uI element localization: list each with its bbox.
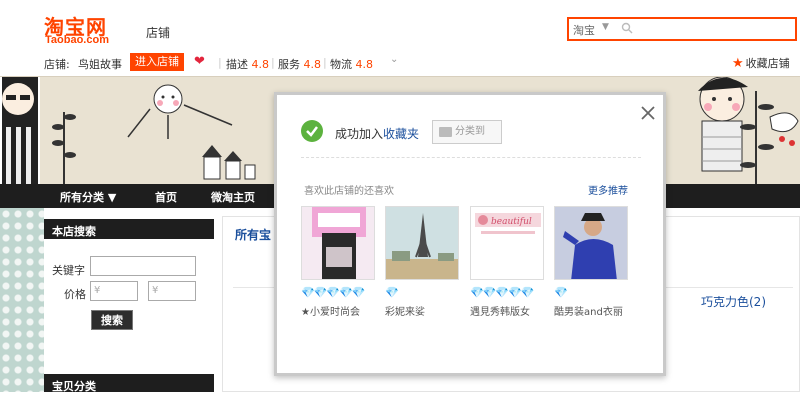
chevron-down-icon[interactable]: ▼ xyxy=(602,22,609,32)
nav-weitao[interactable]: 微淘主页 xyxy=(211,189,255,205)
shop-name[interactable]: 彩妮来娑 xyxy=(385,303,459,318)
store-label: 店铺 xyxy=(146,26,171,40)
item-category-title: 宝贝分类 xyxy=(44,374,214,393)
divider xyxy=(301,157,641,158)
logistics-score: 物流 4.8 xyxy=(330,58,373,71)
nav-home[interactable]: 首页 xyxy=(155,189,177,205)
recommendation-item[interactable]: 💎 酷男装and衣丽 xyxy=(554,206,628,318)
all-items-title[interactable]: 所有宝 xyxy=(235,226,271,243)
desc-score: 描述 4.8 xyxy=(226,58,269,71)
chevron-down-icon[interactable]: ⌄ xyxy=(390,54,398,65)
close-icon[interactable] xyxy=(638,103,658,123)
folder-icon xyxy=(439,127,452,137)
divider: | xyxy=(271,56,275,69)
store-search-title: 本店搜索 xyxy=(44,219,214,239)
shop-rating-badges: 💎 xyxy=(554,286,568,299)
recommendation-item[interactable]: 💎💎💎💎💎 ★小爱时尚会 xyxy=(301,206,375,318)
success-message: 成功加入收藏夹 xyxy=(335,127,420,141)
shop-name[interactable]: 遇見秀韩版女 xyxy=(470,303,544,318)
price-label: 价格 xyxy=(64,288,86,301)
favorite-success-dialog: 成功加入收藏夹 分类到 喜欢此店铺的还喜欢 更多推荐 💎💎💎💎💎 ★小爱时尚会 xyxy=(274,92,666,376)
store-name[interactable]: 鸟姐故事 xyxy=(78,56,122,72)
favorites-link[interactable]: 收藏夹 xyxy=(383,127,419,141)
keyword-label: 关键字 xyxy=(52,264,85,277)
store-name-label: 店铺: xyxy=(44,58,70,71)
shop-name[interactable]: 酷男装and衣丽 xyxy=(554,303,628,318)
product-image[interactable] xyxy=(301,206,375,280)
recommendation-item[interactable]: beautiful 💎💎💎💎💎 遇見秀韩版女 xyxy=(470,206,544,318)
check-icon xyxy=(301,120,323,142)
service-score: 服务 4.8 xyxy=(278,58,321,71)
shop-rating-badges: 💎 xyxy=(385,286,399,299)
price-min-input[interactable]: ¥ xyxy=(90,281,138,301)
store-search-button[interactable]: 搜索 xyxy=(91,310,133,330)
product-image[interactable]: beautiful xyxy=(470,206,544,280)
price-max-input[interactable]: ¥ xyxy=(148,281,196,301)
shop-name[interactable]: ★小爱时尚会 xyxy=(301,303,375,318)
divider: | xyxy=(218,56,222,69)
svg-text:beautiful: beautiful xyxy=(491,217,532,227)
search-icon[interactable] xyxy=(621,22,633,34)
filter-chocolate-color[interactable]: 巧克力色(2) xyxy=(701,293,766,310)
more-recommend-link[interactable]: 更多推荐 xyxy=(588,182,628,197)
recommendation-item[interactable]: 💎 彩妮来娑 xyxy=(385,206,459,318)
star-icon: ★ xyxy=(732,56,744,71)
product-image[interactable] xyxy=(385,206,459,280)
left-sidebar: 本店搜索 关键字 价格 ¥ ¥ 搜索 宝贝分类 xyxy=(44,208,214,393)
product-image[interactable] xyxy=(554,206,628,280)
also-like-label: 喜欢此店铺的还喜欢 xyxy=(304,186,394,197)
nav-all-categories[interactable]: 所有分类 ▼ xyxy=(60,189,116,205)
top-header: 淘宝网 Taobao.com 店铺 淘宝 ▼ 店铺: 鸟姐故事 进入店铺 ❤ |… xyxy=(0,0,800,76)
shop-rating-badges: 💎💎💎💎💎 xyxy=(301,286,365,299)
shop-rating-badges: 💎💎💎💎💎 xyxy=(470,286,534,299)
heart-icon[interactable]: ❤ xyxy=(194,54,205,69)
categorize-button[interactable]: 分类到 xyxy=(432,120,502,144)
search-scope-select[interactable]: 淘宝 xyxy=(573,22,595,38)
favorite-store-button[interactable]: ★ 收藏店铺 xyxy=(732,55,790,71)
search-box[interactable]: 淘宝 ▼ xyxy=(567,17,797,41)
taobao-logo-en[interactable]: Taobao.com xyxy=(45,34,109,46)
store-info-bar: 店铺: 鸟姐故事 进入店铺 ❤ | 描述 4.8 | 服务 4.8 | 物流 4… xyxy=(0,51,800,75)
divider: | xyxy=(323,56,327,69)
lace-decoration xyxy=(0,208,44,392)
enter-store-button[interactable]: 进入店铺 xyxy=(130,53,184,71)
keyword-input[interactable] xyxy=(90,256,196,276)
